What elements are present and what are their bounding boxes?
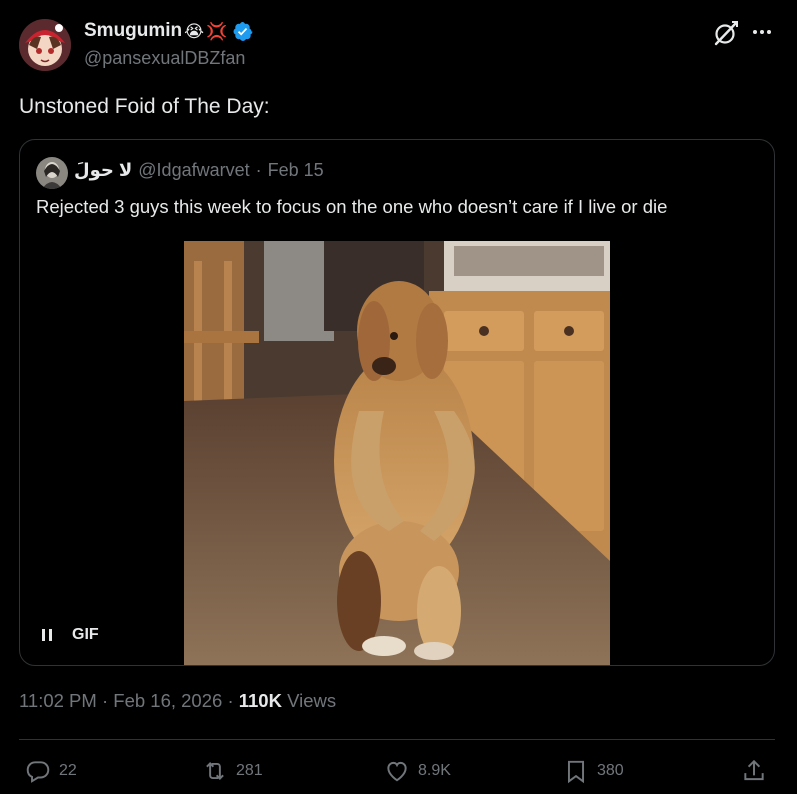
crying-emoji: 😭 bbox=[184, 21, 205, 41]
views-count: 110K bbox=[238, 690, 282, 711]
like-count: 8.9K bbox=[418, 762, 451, 779]
quoted-date[interactable]: Feb 15 bbox=[268, 160, 324, 181]
tweet-time[interactable]: 11:02 PM bbox=[19, 690, 97, 711]
quoted-tweet-meta: لا حولَ @Idgafwarvet · Feb 15 bbox=[74, 160, 324, 181]
meta-separator: · bbox=[255, 160, 262, 180]
repost-count: 281 bbox=[236, 762, 263, 779]
bookmark-count: 380 bbox=[597, 762, 624, 779]
pause-icon[interactable] bbox=[40, 628, 54, 642]
gif-controls: GIF bbox=[40, 626, 99, 644]
quoted-tweet-text: Rejected 3 guys this week to focus on th… bbox=[36, 196, 668, 217]
tweet-meta: 11:02 PM · Feb 16, 2026 · 110K Views bbox=[19, 690, 336, 712]
tweet-text: Unstoned Foid of The Day: bbox=[19, 95, 270, 118]
author-handle[interactable]: @pansexualDBZfan bbox=[84, 48, 245, 69]
divider bbox=[19, 739, 775, 740]
tweet-detail: Smugumin 😭 💢 @pansexualDBZfan Unstoned F… bbox=[0, 0, 797, 794]
quoted-display-name[interactable]: لا حولَ bbox=[74, 160, 132, 181]
author-avatar[interactable] bbox=[19, 19, 71, 71]
repost-button[interactable]: 281 bbox=[202, 757, 263, 785]
tweet-date[interactable]: Feb 16, 2026 bbox=[113, 690, 222, 711]
like-button[interactable]: 8.9K bbox=[384, 757, 451, 785]
author-name-row[interactable]: Smugumin 😭 💢 bbox=[84, 19, 253, 43]
repost-icon bbox=[206, 762, 224, 780]
gif-media[interactable] bbox=[184, 241, 610, 665]
reply-count: 22 bbox=[59, 762, 77, 779]
views-label: Views bbox=[287, 690, 337, 711]
grok-icon[interactable] bbox=[713, 20, 739, 46]
share-button[interactable] bbox=[741, 757, 767, 785]
more-icon[interactable] bbox=[752, 28, 772, 36]
like-icon bbox=[387, 761, 407, 782]
gif-label: GIF bbox=[72, 626, 99, 643]
reply-icon bbox=[26, 761, 50, 783]
quoted-tweet-card[interactable]: لا حولَ @Idgafwarvet · Feb 15 Rejected 3… bbox=[19, 139, 775, 666]
bookmark-button[interactable]: 380 bbox=[563, 757, 624, 785]
share-icon bbox=[744, 759, 764, 781]
anger-emoji: 💢 bbox=[206, 21, 228, 41]
bookmark-icon bbox=[567, 760, 585, 784]
author-display-name[interactable]: Smugumin bbox=[84, 20, 182, 42]
quoted-handle[interactable]: @Idgafwarvet bbox=[138, 160, 249, 181]
meta-separator: · bbox=[227, 690, 234, 711]
verified-badge-icon bbox=[233, 21, 253, 41]
reply-button[interactable]: 22 bbox=[25, 757, 77, 785]
meta-separator: · bbox=[101, 690, 109, 711]
quoted-author-avatar[interactable] bbox=[36, 157, 68, 189]
